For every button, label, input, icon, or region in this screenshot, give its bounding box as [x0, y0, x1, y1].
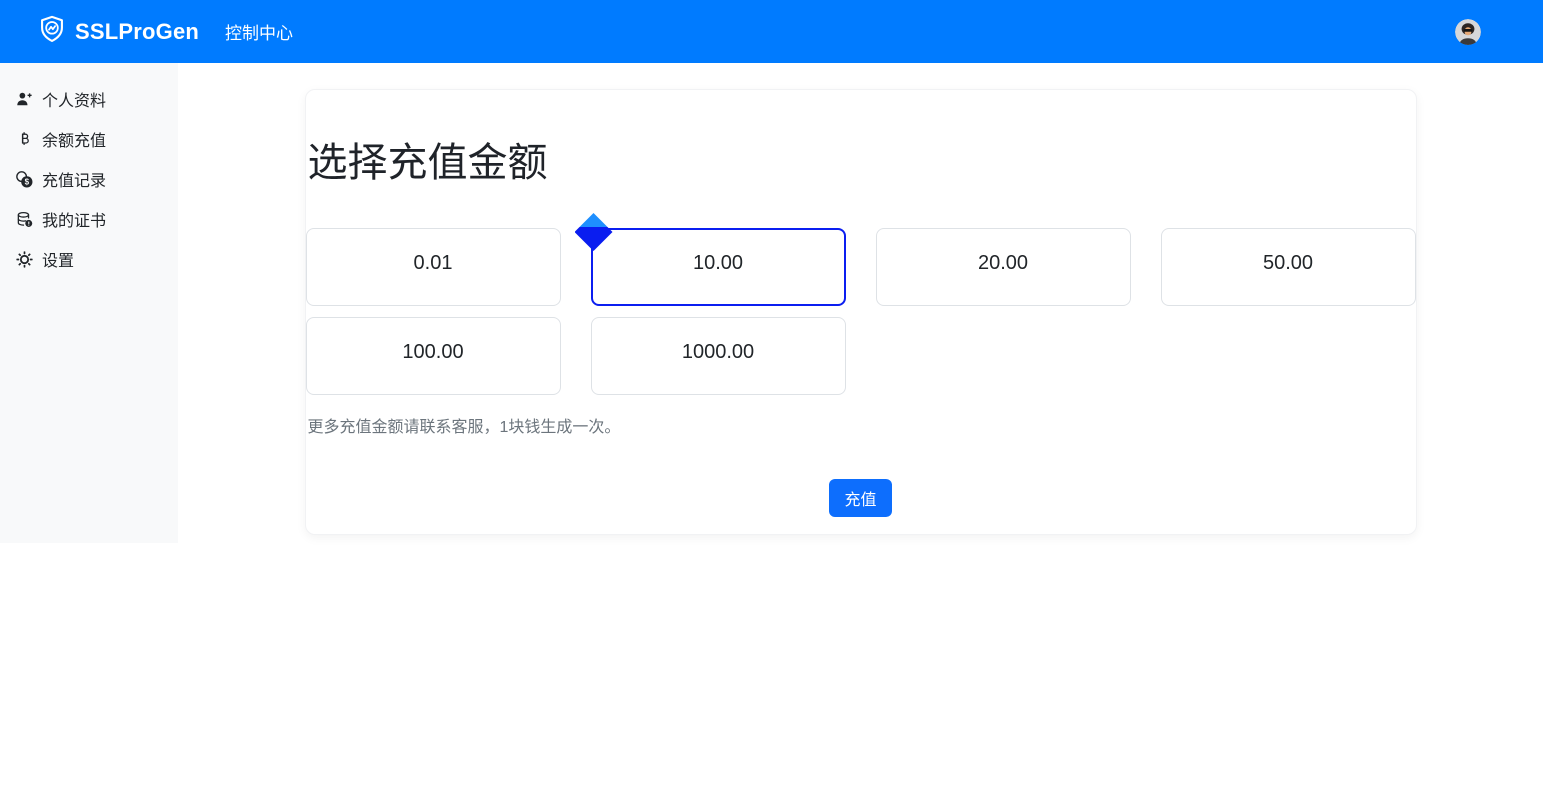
sidebar-item-profile[interactable]: 个人资料: [0, 79, 178, 119]
amount-option-100.00[interactable]: 100.00: [306, 317, 561, 395]
sidebar-item-label: 我的证书: [42, 207, 106, 231]
sidebar-item-settings[interactable]: 设置: [0, 239, 178, 279]
bitcoin-icon: [16, 131, 33, 148]
sidebar-item-certificates[interactable]: 我的证书: [0, 199, 178, 239]
sidebar-item-recharge-records[interactable]: $ 充值记录: [0, 159, 178, 199]
amount-label: 1000.00: [682, 341, 754, 364]
recharge-note: 更多充值金额请联系客服，1块钱生成一次。: [308, 413, 1416, 437]
brand-name: SSLProGen: [75, 19, 199, 45]
sidebar: 个人资料 余额充值 $ 充值记录: [0, 63, 178, 543]
shield-logo-icon: [38, 15, 66, 48]
amount-grid: 0.01 10.00 20.00 50.00 100.00 1000.00: [306, 228, 1416, 395]
nav-link-control-center[interactable]: 控制中心: [225, 19, 293, 44]
recharge-button[interactable]: 充值: [829, 479, 891, 517]
amount-option-1000.00[interactable]: 1000.00: [591, 317, 846, 395]
user-plus-icon: [16, 91, 33, 108]
page-title: 选择充值金额: [306, 142, 1416, 184]
svg-text:$: $: [25, 177, 30, 186]
main-content: 选择充值金额 0.01 10.00 20.00 50.00 100.00: [178, 63, 1543, 535]
sidebar-item-label: 设置: [42, 247, 74, 271]
page-layout: 个人资料 余额充值 $ 充值记录: [0, 63, 1543, 543]
brand[interactable]: SSLProGen: [38, 15, 199, 48]
amount-label: 50.00: [1263, 252, 1313, 275]
amount-option-10.00[interactable]: 10.00: [591, 228, 846, 306]
certificate-database-icon: [16, 211, 33, 228]
sidebar-item-recharge[interactable]: 余额充值: [0, 119, 178, 159]
top-navbar: SSLProGen 控制中心: [0, 0, 1543, 63]
amount-label: 10.00: [693, 252, 743, 275]
cash-coin-icon: $: [16, 171, 33, 188]
amount-label: 100.00: [402, 341, 463, 364]
amount-label: 20.00: [978, 252, 1028, 275]
amount-option-0.01[interactable]: 0.01: [306, 228, 561, 306]
gear-icon: [16, 251, 33, 268]
amount-option-50.00[interactable]: 50.00: [1161, 228, 1416, 306]
sidebar-item-label: 余额充值: [42, 127, 106, 151]
sidebar-item-label: 充值记录: [42, 167, 106, 191]
recharge-panel: 选择充值金额 0.01 10.00 20.00 50.00 100.00: [305, 89, 1417, 535]
user-avatar[interactable]: [1455, 19, 1519, 45]
amount-option-20.00[interactable]: 20.00: [876, 228, 1131, 306]
amount-label: 0.01: [414, 252, 453, 275]
sidebar-item-label: 个人资料: [42, 87, 106, 111]
button-row: 充值: [306, 479, 1416, 517]
